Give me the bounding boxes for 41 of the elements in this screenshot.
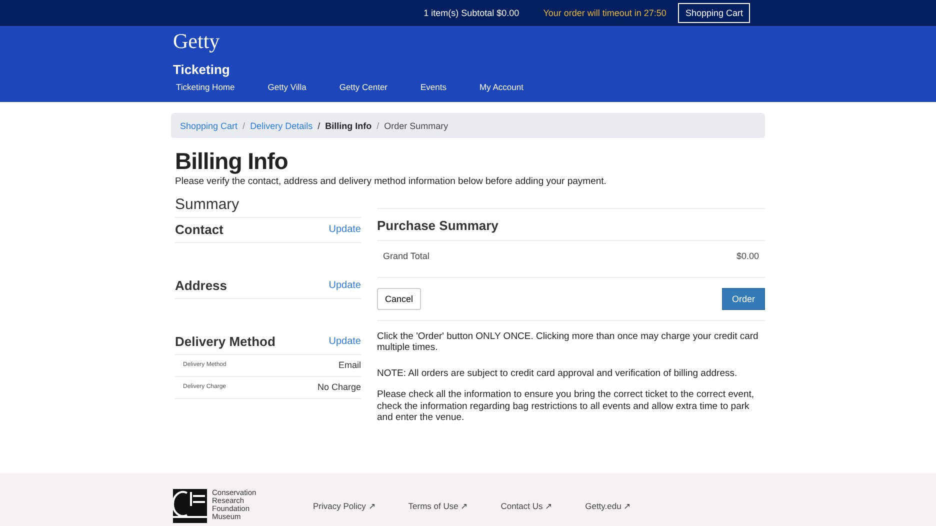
update-link[interactable]: Update <box>328 336 361 347</box>
purchase-summary-heading: Purchase Summary <box>377 208 765 241</box>
breadcrumb-separator: / <box>318 120 320 130</box>
nav-link[interactable]: Events <box>420 82 461 92</box>
breadcrumb-item[interactable]: Shopping Cart <box>180 120 238 130</box>
footer-link[interactable]: Getty.edu ↗ <box>585 501 632 512</box>
grand-total-value: $0.00 <box>736 251 759 261</box>
section-heading: Delivery Method <box>175 334 276 349</box>
shopping-cart-button[interactable]: Shopping Cart <box>678 3 750 23</box>
update-link[interactable]: Update <box>328 224 361 235</box>
breadcrumb-separator: / <box>376 120 380 130</box>
nav-link[interactable]: Getty Center <box>339 82 402 92</box>
timeout-notice: Your order will timeout in 27:50 <box>543 8 666 18</box>
section-heading: Address <box>175 278 228 293</box>
breadcrumb-item[interactable]: Delivery Details <box>250 120 313 130</box>
row-value: No Charge <box>317 382 361 392</box>
site-title: Ticketing <box>173 62 231 77</box>
nav-link[interactable]: My Account <box>480 82 538 92</box>
summary-heading: Summary <box>175 196 361 218</box>
cancel-button[interactable]: Cancel <box>377 288 422 310</box>
section-heading: Contact <box>175 222 224 237</box>
note-text: Click the 'Order' button ONLY ONCE. Clicking more than once may charge your credit card multiple times. <box>377 331 760 354</box>
grand-total-label: Grand Total <box>383 251 430 261</box>
note-text: Please check all the information to ensure you bring the correct ticket to the correct event, check the information regarding bag restrictions to all events and allow extra time to park and enter the venue. <box>377 389 756 424</box>
footer-link[interactable]: Privacy Policy ↗ <box>313 501 376 512</box>
order-button[interactable]: Order <box>722 288 765 310</box>
breadcrumb-item: Billing Info <box>325 120 372 130</box>
intro-text: Please verify the contact, address and delivery method information below before adding your payment. <box>175 176 608 187</box>
update-link[interactable]: Update <box>328 280 361 291</box>
footer-link[interactable]: Terms of Use ↗ <box>408 501 469 512</box>
nav-link[interactable]: Getty Villa <box>268 82 320 92</box>
breadcrumb-item: Order Summary <box>384 120 448 130</box>
cart-summary: 1 item(s) Subtotal $0.00 <box>424 8 520 18</box>
page-title: Billing Info <box>175 148 289 175</box>
row-value: Email <box>338 360 361 370</box>
logo-mark-icon <box>173 489 207 524</box>
footer-link[interactable]: Contact Us ↗ <box>500 501 554 512</box>
logo[interactable]: Getty <box>173 29 763 59</box>
breadcrumb-separator: / <box>242 120 246 130</box>
nav-link[interactable]: Ticketing Home <box>176 82 249 92</box>
note-text: NOTE: All orders are subject to credit card approval and verification of billing address. <box>377 368 738 380</box>
